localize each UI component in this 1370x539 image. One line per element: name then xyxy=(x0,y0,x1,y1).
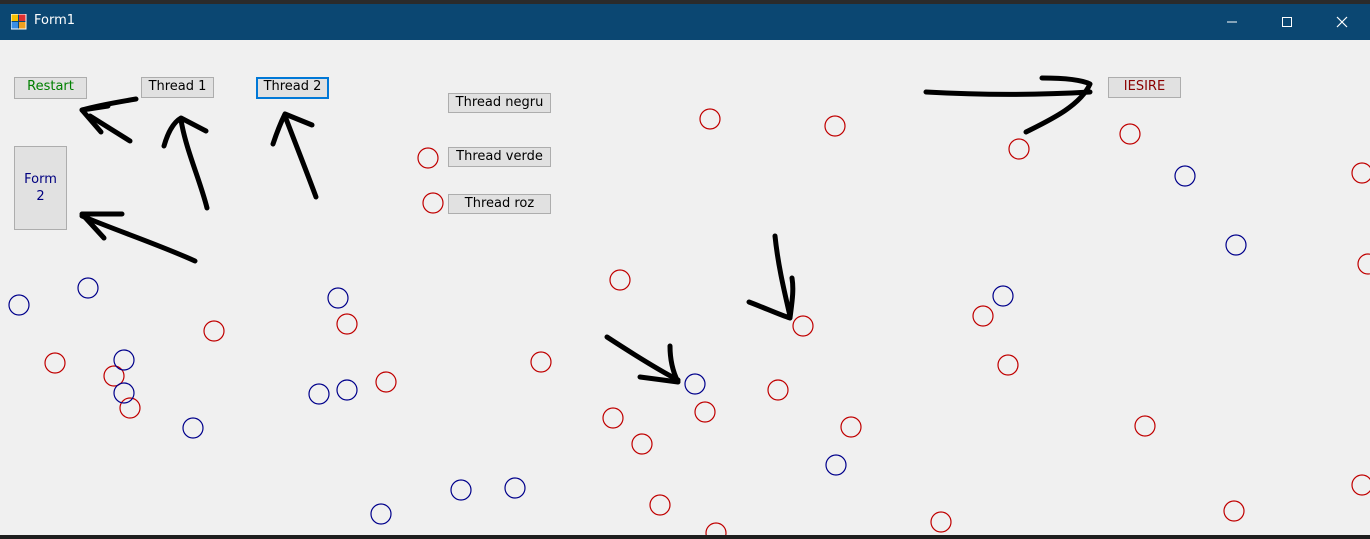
red-circle xyxy=(609,269,631,291)
red-circle xyxy=(972,305,994,327)
blue-circle xyxy=(182,417,204,439)
restart-button[interactable]: Restart xyxy=(14,77,87,99)
blue-circle xyxy=(327,287,349,309)
arrow-to-center-circle xyxy=(772,233,793,319)
arrow-to-blue-circle xyxy=(604,334,681,383)
thread-negru-button[interactable]: Thread negru xyxy=(448,93,551,113)
red-circle xyxy=(44,352,66,374)
blue-circle xyxy=(450,479,472,501)
form1-window: Form1 Restart Thread 1 Thread 2 Thread n… xyxy=(0,4,1370,535)
blue-circles xyxy=(8,165,1247,525)
blue-circle xyxy=(370,503,392,525)
blue-circle xyxy=(504,477,526,499)
red-circle xyxy=(1119,123,1141,145)
blue-circle xyxy=(1225,234,1247,256)
blue-circle xyxy=(8,294,30,316)
iesire-button[interactable]: IESIRE xyxy=(1108,77,1181,98)
red-circles xyxy=(44,108,1370,535)
thread2-button[interactable]: Thread 2 xyxy=(256,77,329,99)
red-circle xyxy=(824,115,846,137)
window-title: Form1 xyxy=(34,13,76,28)
red-circle xyxy=(705,522,727,535)
taskbar-strip xyxy=(0,535,1370,539)
form2-button[interactable]: Form 2 xyxy=(14,146,67,230)
red-circle xyxy=(1351,162,1370,184)
red-circle xyxy=(422,192,444,214)
red-circle xyxy=(840,416,862,438)
red-circle xyxy=(631,433,653,455)
red-circle xyxy=(1351,474,1370,496)
red-circle xyxy=(767,379,789,401)
red-circle xyxy=(792,315,814,337)
blue-circle xyxy=(336,379,358,401)
minimize-button[interactable] xyxy=(1204,4,1260,40)
red-circle xyxy=(203,320,225,342)
title-bar[interactable]: Form1 xyxy=(0,4,1370,40)
blue-circle xyxy=(113,349,135,371)
thread-roz-button[interactable]: Thread roz xyxy=(448,194,551,214)
minimize-icon xyxy=(1227,21,1237,23)
annotation-arrows xyxy=(79,75,1093,385)
close-icon xyxy=(1336,16,1348,28)
arrow-to-form2 xyxy=(79,213,198,264)
maximize-icon xyxy=(1282,17,1292,27)
red-circle xyxy=(602,407,624,429)
red-circle xyxy=(336,313,358,335)
close-button[interactable] xyxy=(1314,4,1370,40)
arrow-to-thread1 xyxy=(178,117,210,211)
blue-circle xyxy=(1174,165,1196,187)
maximize-button[interactable] xyxy=(1259,4,1315,40)
thread1-button[interactable]: Thread 1 xyxy=(141,77,214,98)
red-circle xyxy=(375,371,397,393)
red-circle xyxy=(530,351,552,373)
red-circle xyxy=(649,494,671,516)
red-circle xyxy=(1223,500,1245,522)
red-circle xyxy=(930,511,952,533)
red-circle xyxy=(417,147,439,169)
blue-circle xyxy=(308,383,330,405)
red-circle xyxy=(699,108,721,130)
blue-circle xyxy=(684,373,706,395)
thread-verde-button[interactable]: Thread verde xyxy=(448,147,551,167)
blue-circle xyxy=(992,285,1014,307)
arrow-to-iesire xyxy=(923,89,1093,97)
form-client-area: Restart Thread 1 Thread 2 Thread negru T… xyxy=(0,40,1370,535)
app-icon xyxy=(11,14,27,30)
red-circle xyxy=(1357,253,1370,275)
arrow-to-iesire-head xyxy=(1023,75,1093,135)
red-circle xyxy=(997,354,1019,376)
drawing-surface xyxy=(8,75,1370,535)
blue-circle xyxy=(77,277,99,299)
blue-circle xyxy=(825,454,847,476)
arrow-to-thread2 xyxy=(282,113,319,200)
red-circle xyxy=(1008,138,1030,160)
red-circle xyxy=(1134,415,1156,437)
red-circle xyxy=(694,401,716,423)
